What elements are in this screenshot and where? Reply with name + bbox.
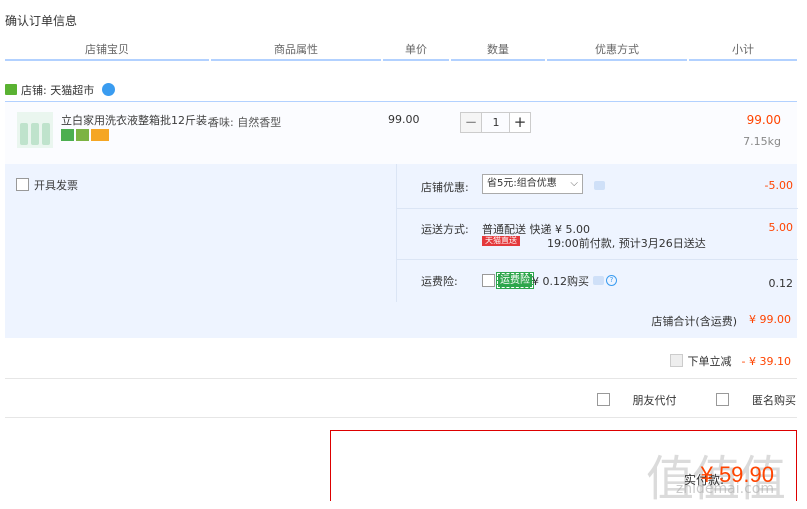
- order-options-panel: 开具发票 店铺优惠: 省5元:组合优惠 ⌵ -5.00 运送方式: 普通配送 快…: [5, 164, 798, 338]
- invoice-checkbox[interactable]: [16, 178, 29, 191]
- friend-pay-option[interactable]: 朋友代付: [579, 393, 677, 407]
- insurance-price: ¥ 0.12购买: [532, 275, 589, 288]
- instant-discount-checkbox[interactable]: [669, 354, 683, 367]
- page-title: 确认订单信息: [5, 14, 78, 28]
- invoice-label: 开具发票: [34, 179, 78, 192]
- col-discount-method: 优惠方式: [547, 41, 687, 61]
- shipping-row: 运送方式: 普通配送 快递 ¥ 5.00 天猫直送 19:00前付款, 预计3月…: [397, 209, 798, 260]
- col-store-item: 店铺宝贝: [5, 41, 209, 61]
- insurance-tag: 运费险: [496, 272, 534, 289]
- store-total-amount: ¥ 99.00: [749, 313, 791, 326]
- help-icon[interactable]: ?: [606, 275, 617, 286]
- coupon-amount: -5.00: [764, 179, 793, 192]
- col-subtotal: 小计: [689, 41, 797, 61]
- product-name-link[interactable]: 立白家用洗衣液整箱批12斤装...: [61, 112, 218, 128]
- quantity-decrease-button[interactable]: −: [460, 112, 482, 133]
- quantity-input[interactable]: 1: [482, 112, 510, 133]
- store-label: 店铺:: [21, 84, 47, 97]
- divider: [5, 378, 797, 379]
- message-icon[interactable]: [594, 181, 605, 190]
- product-attribute: 香味: 自然香型: [208, 116, 282, 129]
- friend-pay-checkbox[interactable]: [596, 393, 610, 406]
- guarantee-icon: [76, 129, 89, 141]
- coupon-row: 店铺优惠: 省5元:组合优惠 ⌵ -5.00: [397, 164, 798, 209]
- insurance-label: 运费险:: [421, 275, 458, 288]
- coupon-select[interactable]: 省5元:组合优惠 ⌵: [482, 174, 583, 194]
- col-quantity: 数量: [451, 41, 545, 61]
- seven-day-return-icon: [61, 129, 74, 141]
- quantity-stepper: −1 +: [460, 112, 531, 133]
- item-subtotal: 99.00: [746, 113, 781, 127]
- social-options: 朋友代付 匿名购买: [561, 392, 796, 408]
- table-header: 店铺宝贝 商品属性 单价 数量 优惠方式 小计: [5, 41, 797, 61]
- store-total-label: 店铺合计(含运费): [651, 315, 737, 328]
- anonymous-purchase-checkbox[interactable]: [716, 393, 729, 406]
- shipping-amount: 5.00: [768, 221, 794, 234]
- shop-icon: [5, 84, 17, 95]
- chat-wangwang-icon[interactable]: [101, 83, 115, 96]
- invoice-option[interactable]: 开具发票: [16, 177, 78, 193]
- instant-discount-amount: - ¥ 39.10: [741, 355, 791, 368]
- store-total-row: 店铺合计(含运费) ¥ 99.00: [5, 302, 797, 338]
- message-icon[interactable]: [593, 276, 604, 285]
- friend-pay-label: 朋友代付: [632, 394, 677, 407]
- coupon-label: 店铺优惠:: [421, 181, 469, 194]
- col-attribute: 商品属性: [211, 41, 381, 61]
- tmall-direct-badge: 天猫直送: [482, 236, 520, 246]
- instant-discount-row: 下单立减 - ¥ 39.10: [669, 353, 791, 369]
- coupon-selected-value: 省5元:组合优惠: [487, 178, 557, 189]
- payment-summary-box: 值值值 zhidemai.com 实付款: ¥ 59.90: [330, 430, 797, 507]
- shipping-label: 运送方式:: [421, 223, 469, 236]
- insurance-row: 运费险: 运费险 ¥ 0.12购买 ? 0.12: [397, 260, 798, 302]
- product-thumbnail[interactable]: [17, 112, 53, 148]
- unit-price: 99.00: [388, 113, 420, 126]
- store-row: 店铺: 天猫超市: [5, 83, 115, 99]
- credit-card-icon: [91, 129, 109, 141]
- item-weight: 7.15kg: [743, 135, 781, 148]
- anonymous-purchase-option[interactable]: 匿名购买: [698, 393, 796, 407]
- chevron-down-icon: ⌵: [570, 178, 578, 189]
- insurance-amount: 0.12: [768, 277, 794, 290]
- order-item-row: 立白家用洗衣液整箱批12斤装... 香味: 自然香型 99.00 −1 + 99.…: [5, 101, 797, 165]
- anonymous-purchase-label: 匿名购买: [752, 394, 796, 407]
- store-options: 店铺优惠: 省5元:组合优惠 ⌵ -5.00 运送方式: 普通配送 快递 ¥ 5…: [396, 164, 798, 302]
- instant-discount-label: 下单立减: [687, 355, 732, 368]
- divider: [5, 417, 797, 418]
- col-price: 单价: [383, 41, 449, 61]
- quantity-increase-button[interactable]: +: [509, 112, 531, 133]
- insurance-checkbox[interactable]: [482, 274, 495, 287]
- store-name[interactable]: 天猫超市: [50, 84, 94, 97]
- shipping-eta: 19:00前付款, 预计3月26日送达: [547, 237, 706, 250]
- payment-amount: ¥ 59.90: [700, 462, 774, 487]
- service-badges: [61, 129, 111, 142]
